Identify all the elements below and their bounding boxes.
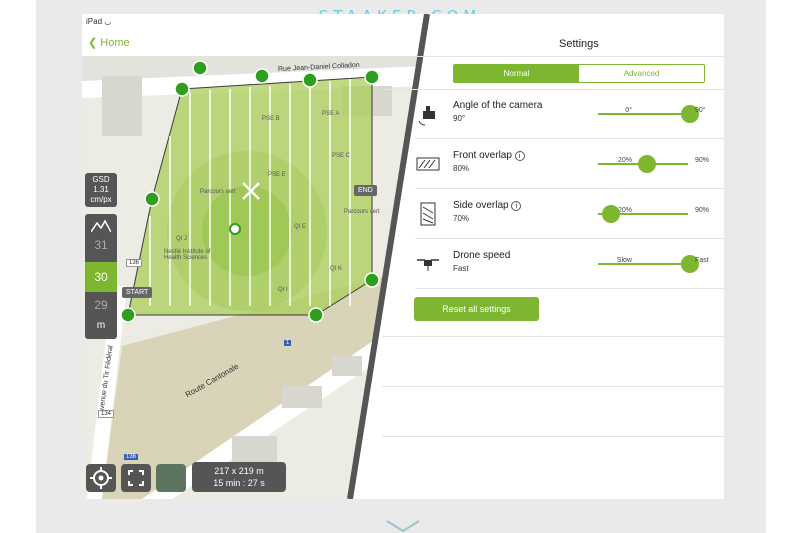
setting-label: Side overlap i xyxy=(453,200,522,211)
setting-label-text: Front overlap xyxy=(453,150,512,161)
road-number: 1 xyxy=(284,340,292,346)
fullscreen-button[interactable] xyxy=(121,464,151,492)
setting-value: 90° xyxy=(453,114,466,123)
divider xyxy=(382,336,724,337)
device-name: iPad xyxy=(86,17,103,26)
setting-row-drone-speed: Drone speed Fast Slow Fast xyxy=(415,239,724,289)
mountain-icon xyxy=(90,219,112,233)
building-label: QI K xyxy=(330,266,343,272)
satellite-layer-button[interactable] xyxy=(156,464,186,492)
locate-button[interactable] xyxy=(86,464,116,492)
setting-label-text: Side overlap xyxy=(453,200,509,211)
crosshair-icon xyxy=(90,467,112,489)
setting-value: 80% xyxy=(453,164,470,173)
tab-advanced[interactable]: Advanced xyxy=(579,65,704,82)
drone-speed-slider[interactable] xyxy=(598,255,699,273)
home-back-button[interactable]: ❮ Home xyxy=(88,36,130,49)
survey-duration: 15 min : 27 s xyxy=(213,478,265,488)
road-number: 136 xyxy=(126,259,143,267)
building-label: QI I xyxy=(278,287,288,293)
divider xyxy=(382,56,724,57)
altitude-picker[interactable]: 31 30 29 m xyxy=(85,214,117,339)
camera-angle-slider[interactable] xyxy=(598,105,699,123)
info-icon[interactable]: i xyxy=(511,201,522,211)
front-overlap-slider[interactable] xyxy=(598,155,688,173)
setting-label: Drone speed xyxy=(453,250,511,261)
building-label: PSE B xyxy=(262,116,280,122)
road-number: 136 xyxy=(124,454,139,460)
building-label: PSE A xyxy=(322,111,340,117)
setting-row-side-overlap: Side overlap i 70% 20% 90% xyxy=(415,189,724,239)
slider-knob[interactable] xyxy=(602,205,620,223)
home-label: Home xyxy=(100,37,130,49)
wifi-icon: ◡ xyxy=(104,17,112,26)
info-icon[interactable]: i xyxy=(514,151,525,161)
altitude-below[interactable]: 29 xyxy=(85,298,117,312)
reset-settings-button[interactable]: Reset all settings xyxy=(414,297,539,321)
slider-knob[interactable] xyxy=(638,155,656,173)
chevron-down-icon[interactable] xyxy=(385,519,421,533)
setting-label: Angle of the camera xyxy=(453,100,543,111)
slider-max: 90% xyxy=(695,207,710,214)
survey-area: 217 x 219 m xyxy=(214,466,264,476)
side-overlap-slider[interactable] xyxy=(598,205,688,223)
building-label: QI E xyxy=(294,224,307,230)
slider-max: 90% xyxy=(695,157,710,164)
gsd-value: 1.31 xyxy=(93,185,109,194)
slider-max: 90° xyxy=(695,107,706,114)
gsd-label: GSD xyxy=(92,175,110,184)
building-label: PSE E xyxy=(268,172,286,178)
altitude-current[interactable]: 30 xyxy=(85,262,117,292)
gsd-unit: cm/px xyxy=(90,195,112,204)
setting-label: Front overlap i xyxy=(453,150,525,161)
survey-info: 217 x 219 m 15 min : 27 s xyxy=(192,462,286,492)
camera-angle-icon xyxy=(418,106,435,126)
front-overlap-icon xyxy=(416,157,440,171)
poi-label: Parcours vert xyxy=(200,189,236,195)
setting-row-camera-angle: Angle of the camera 90° 0° 90° xyxy=(415,89,724,139)
altitude-above[interactable]: 31 xyxy=(85,238,117,252)
setting-value: 70% xyxy=(453,214,470,223)
divider xyxy=(382,436,724,437)
altitude-unit: m xyxy=(96,320,106,331)
chevron-left-icon: ❮ xyxy=(88,37,101,49)
settings-title: Settings xyxy=(559,38,599,50)
road-number: 134 xyxy=(98,410,115,418)
setting-row-front-overlap: Front overlap i 80% 20% 90% xyxy=(415,139,724,189)
drone-icon xyxy=(417,259,439,271)
start-label: START xyxy=(122,287,153,298)
status-bar: iPad ◡ xyxy=(86,17,111,26)
poi-label: Nestlé Institute of Health Sciences xyxy=(164,249,211,261)
side-overlap-icon xyxy=(420,202,436,226)
ipad-screen: GSD 1.31 cm/px 31 30 29 m START END Rue … xyxy=(82,14,724,499)
mode-segmented-control[interactable]: Normal Advanced xyxy=(453,64,705,83)
divider xyxy=(382,386,724,387)
gsd-badge: GSD 1.31 cm/px xyxy=(85,173,117,207)
slider-max: Fast xyxy=(695,257,709,264)
move-icon[interactable] xyxy=(240,180,262,202)
setting-value: Fast xyxy=(453,264,469,273)
building-label: QI J xyxy=(176,236,188,242)
tab-normal[interactable]: Normal xyxy=(454,65,579,82)
expand-icon xyxy=(128,470,144,486)
